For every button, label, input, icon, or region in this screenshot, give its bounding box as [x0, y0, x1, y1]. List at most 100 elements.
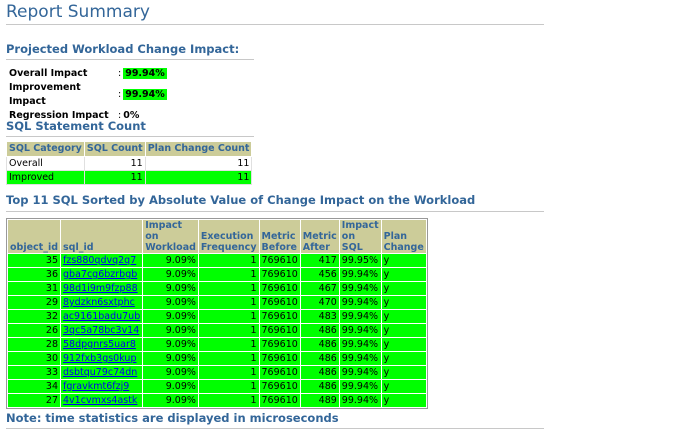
- plan-change-cell: y: [381, 324, 426, 337]
- impact-heading: Projected Workload Change Impact:: [6, 42, 240, 56]
- impact-on-sql-cell: 99.94%: [339, 338, 381, 351]
- col-header-impact-on-sql: Impact on SQL: [339, 220, 381, 253]
- col-header-metric-before: Metric Before: [259, 220, 300, 253]
- metric-after-cell: 467: [300, 282, 339, 295]
- sql-id-link[interactable]: 3qc5a78bc3v14: [63, 325, 139, 336]
- table-row: 28 58dpgnrs5uar8 9.09% 1 769610 486 99.94% y: [8, 338, 426, 351]
- plan-change-cell: y: [381, 366, 426, 379]
- top-sql-divider: [6, 211, 544, 212]
- metric-after-cell: 417: [300, 254, 339, 267]
- sql-id-link[interactable]: fzs880qdvq2q7: [63, 255, 136, 266]
- metric-after-cell: 483: [300, 310, 339, 323]
- execution-frequency-cell: 1: [198, 296, 259, 309]
- sql-id-link[interactable]: ac9161badu7ub: [63, 311, 140, 322]
- impact-on-workload-cell: 9.09%: [143, 352, 198, 365]
- execution-frequency-cell: 1: [198, 324, 259, 337]
- col-header-object-id: object_id: [8, 220, 61, 253]
- table-row: 26 3qc5a78bc3v14 9.09% 1 769610 486 99.94% y: [8, 324, 426, 337]
- count-row-improved: Improved 11 11: [6, 170, 253, 185]
- object-id-cell: 36: [8, 268, 61, 281]
- sql-id-cell: 98d1i9m9fzp88: [61, 282, 143, 295]
- impact-value-highlight: 99.94%: [123, 68, 167, 79]
- table-row: 30 912fxb3gs0kup 9.09% 1 769610 486 99.94% y: [8, 352, 426, 365]
- metric-before-cell: 769610: [259, 282, 300, 295]
- col-header-impact-on-workload: Impact on Workload: [143, 220, 198, 253]
- plan-change-cell: y: [381, 268, 426, 281]
- table-row: 31 98d1i9m9fzp88 9.09% 1 769610 467 99.94% y: [8, 282, 426, 295]
- impact-on-sql-cell: 99.94%: [339, 394, 381, 407]
- impact-label: Improvement Impact: [9, 82, 81, 107]
- sql-id-link[interactable]: 912fxb3gs0kup: [63, 353, 136, 364]
- impact-on-workload-cell: 9.09%: [143, 380, 198, 393]
- col-header-plan-change: Plan Change: [381, 220, 426, 253]
- plan-change-cell: y: [381, 282, 426, 295]
- plan-change-cell: y: [381, 296, 426, 309]
- object-id-cell: 26: [8, 324, 61, 337]
- impact-on-workload-cell: 9.09%: [143, 366, 198, 379]
- sql-id-link[interactable]: 4v1cvmxs4astk: [63, 395, 137, 406]
- report-title: Report Summary: [6, 2, 150, 22]
- sql-count-table: SQL Category SQL Count Plan Change Count…: [6, 141, 253, 185]
- impact-on-workload-cell: 9.09%: [143, 296, 198, 309]
- category-cell: Improved: [6, 170, 85, 185]
- metric-before-cell: 769610: [259, 254, 300, 267]
- sql-id-cell: gba7cg6bzrbgb: [61, 268, 143, 281]
- sql-id-link[interactable]: 98d1i9m9fzp88: [63, 283, 138, 294]
- object-id-cell: 28: [8, 338, 61, 351]
- col-header-sql-count: SQL Count: [83, 141, 146, 157]
- execution-frequency-cell: 1: [198, 366, 259, 379]
- sql-id-link[interactable]: fgravkmt6fzj9: [63, 381, 129, 392]
- plan-change-cell: y: [381, 338, 426, 351]
- metric-before-cell: 769610: [259, 394, 300, 407]
- metric-before-cell: 769610: [259, 310, 300, 323]
- sql-id-cell: 912fxb3gs0kup: [61, 352, 143, 365]
- impact-label: Overall Impact: [9, 68, 88, 79]
- plan-change-cell: y: [381, 352, 426, 365]
- col-header-sql-id: sql_id: [61, 220, 143, 253]
- sql-id-link[interactable]: 8ydzkn6sxtphc: [63, 297, 135, 308]
- top-sql-table: object_id sql_id Impact on Workload Exec…: [6, 218, 428, 409]
- time-statistics-note: Note: time statistics are displayed in m…: [6, 411, 339, 425]
- impact-on-sql-cell: 99.94%: [339, 380, 381, 393]
- category-cell: Overall: [6, 156, 85, 171]
- execution-frequency-cell: 1: [198, 338, 259, 351]
- col-header-sql-category: SQL Category: [6, 141, 85, 157]
- impact-row-improvement: Improvement Impact : 99.94%: [8, 81, 168, 109]
- impact-on-workload-cell: 9.09%: [143, 254, 198, 267]
- impact-on-sql-cell: 99.94%: [339, 296, 381, 309]
- object-id-cell: 27: [8, 394, 61, 407]
- execution-frequency-cell: 1: [198, 394, 259, 407]
- sql-id-cell: 8ydzkn6sxtphc: [61, 296, 143, 309]
- impact-on-sql-cell: 99.94%: [339, 282, 381, 295]
- note-divider: [6, 428, 544, 429]
- sql-id-cell: 58dpgnrs5uar8: [61, 338, 143, 351]
- impact-on-sql-cell: 99.94%: [339, 324, 381, 337]
- impact-on-sql-cell: 99.94%: [339, 352, 381, 365]
- metric-before-cell: 769610: [259, 352, 300, 365]
- sql-id-link[interactable]: 58dpgnrs5uar8: [63, 339, 136, 350]
- sql-id-link[interactable]: dsbtqu79c74dn: [63, 367, 137, 378]
- impact-on-workload-cell: 9.09%: [143, 268, 198, 281]
- metric-before-cell: 769610: [259, 366, 300, 379]
- sql-count-cell: 11: [83, 156, 146, 171]
- plan-change-cell: y: [381, 380, 426, 393]
- impact-on-sql-cell: 99.94%: [339, 268, 381, 281]
- execution-frequency-cell: 1: [198, 352, 259, 365]
- execution-frequency-cell: 1: [198, 268, 259, 281]
- metric-after-cell: 486: [300, 366, 339, 379]
- sql-id-cell: fgravkmt6fzj9: [61, 380, 143, 393]
- metric-after-cell: 486: [300, 380, 339, 393]
- count-row-overall: Overall 11 11: [6, 156, 253, 171]
- table-row: 36 gba7cg6bzrbgb 9.09% 1 769610 456 99.94% y: [8, 268, 426, 281]
- impact-table: Overall Impact : 99.94% Improvement Impa…: [8, 67, 168, 123]
- sql-id-link[interactable]: gba7cg6bzrbgb: [63, 269, 137, 280]
- sql-id-cell: 4v1cvmxs4astk: [61, 394, 143, 407]
- metric-before-cell: 769610: [259, 380, 300, 393]
- object-id-cell: 31: [8, 282, 61, 295]
- table-row: 35 fzs880qdvq2q7 9.09% 1 769610 417 99.95% y: [8, 254, 426, 267]
- metric-before-cell: 769610: [259, 296, 300, 309]
- impact-on-workload-cell: 9.09%: [143, 324, 198, 337]
- top-sql-heading: Top 11 SQL Sorted by Absolute Value of C…: [6, 193, 476, 207]
- metric-after-cell: 456: [300, 268, 339, 281]
- metric-after-cell: 486: [300, 338, 339, 351]
